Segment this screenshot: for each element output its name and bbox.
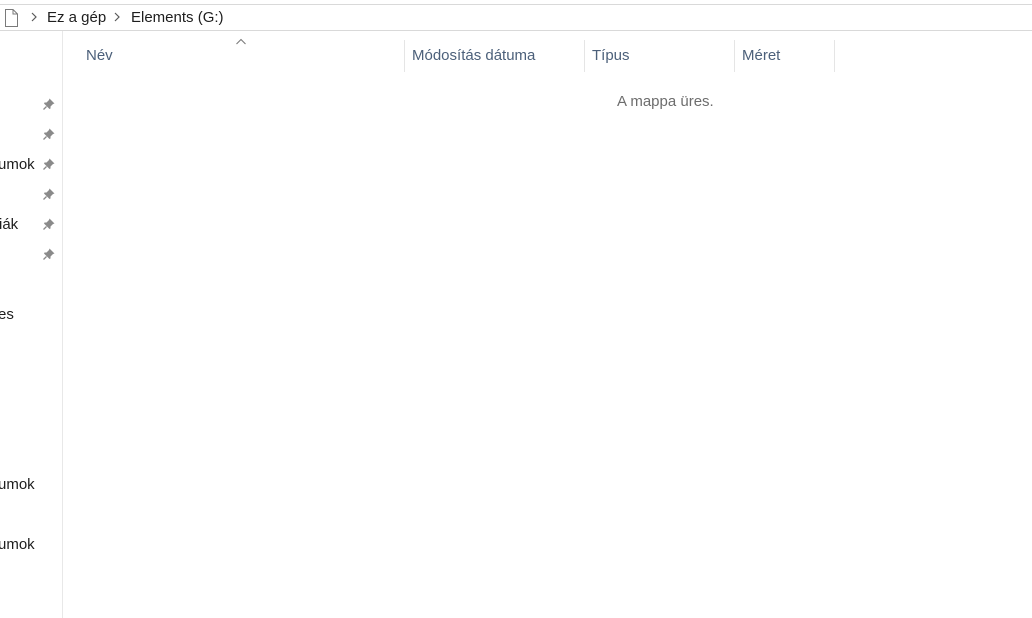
nav-item-documents-3[interactable]: umok: [0, 533, 62, 557]
nav-item-quick-access-6[interactable]: [0, 243, 62, 267]
address-bar[interactable]: Ez a gép Elements (G:): [0, 4, 1032, 31]
nav-item-quick-access-4[interactable]: [0, 183, 62, 207]
breadcrumb-elements-drive[interactable]: Elements (G:): [131, 9, 224, 27]
chevron-right-icon[interactable]: [30, 11, 38, 23]
column-header-modified[interactable]: Módosítás dátuma: [405, 40, 584, 72]
nav-item-label: iák: [0, 216, 19, 233]
navigation-pane[interactable]: umok iák es: [0, 31, 63, 618]
column-header-name[interactable]: Név: [79, 40, 404, 72]
pin-icon[interactable]: [42, 217, 56, 231]
nav-item-quick-access-1[interactable]: [0, 93, 62, 117]
column-header-size[interactable]: Méret: [735, 40, 834, 72]
nav-item-documents-2[interactable]: umok: [0, 473, 62, 497]
nav-item-label: es: [0, 306, 14, 323]
column-header-size-label: Méret: [742, 47, 781, 64]
chevron-right-icon[interactable]: [113, 11, 121, 23]
nav-item-label: umok: [0, 536, 35, 553]
pin-icon[interactable]: [42, 157, 56, 171]
column-header-modified-label: Módosítás dátuma: [412, 47, 536, 64]
nav-item-documents[interactable]: umok: [0, 153, 62, 177]
nav-item-quick-access-2[interactable]: [0, 123, 62, 147]
breadcrumb-this-pc[interactable]: Ez a gép: [47, 9, 106, 27]
nav-item-pictures[interactable]: iák: [0, 213, 62, 237]
pin-icon[interactable]: [42, 247, 56, 261]
empty-folder-message: A mappa üres.: [617, 93, 714, 110]
document-icon: [5, 9, 18, 27]
nav-item-es[interactable]: es: [0, 303, 62, 327]
pin-icon[interactable]: [42, 97, 56, 111]
pin-icon[interactable]: [42, 127, 56, 141]
file-explorer-window: Ez a gép Elements (G:) umok iák s umok u…: [0, 0, 1032, 618]
column-header-type[interactable]: Típus: [585, 40, 734, 72]
nav-item-label: umok: [0, 156, 35, 173]
nav-item-label: umok: [0, 476, 35, 493]
column-divider[interactable]: [834, 40, 835, 72]
column-header-name-label: Név: [86, 47, 113, 64]
pin-icon[interactable]: [42, 187, 56, 201]
column-header-type-label: Típus: [592, 47, 630, 64]
